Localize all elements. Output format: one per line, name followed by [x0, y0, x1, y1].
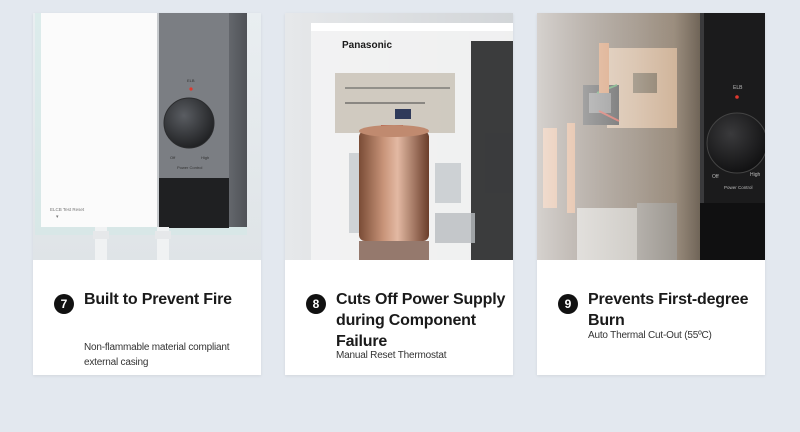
- card-description: Manual Reset Thermostat: [336, 350, 447, 361]
- step-number-badge: 8: [306, 294, 326, 314]
- off-label: Off: [170, 155, 176, 160]
- power-control-label: Power Control: [177, 165, 202, 170]
- brand-logo: Panasonic: [342, 40, 392, 51]
- card-title: Built to Prevent Fire: [84, 291, 232, 308]
- water-heater-front-image: ELB Off High Power Control ELCB Test Res…: [33, 13, 261, 260]
- high-label: High: [750, 172, 761, 178]
- card-body: 7 Built to Prevent Fire Non-flammable ma…: [33, 260, 261, 375]
- feature-card-burn: ELB Off High Power Control 9 Prevents Fi…: [537, 13, 765, 375]
- high-label: High: [201, 155, 209, 160]
- off-label: Off: [712, 174, 719, 180]
- led-label: ELB: [733, 85, 743, 91]
- led-label: ELB: [187, 78, 195, 83]
- power-control-label: Power Control: [724, 185, 753, 190]
- water-heater-cutaway-image: ELB Off High Power Control: [537, 13, 765, 260]
- card-description: Non-flammable material compliant externa…: [84, 342, 230, 368]
- card-title: Prevents First-degree Burn: [588, 291, 749, 329]
- card-body: 9 Prevents First-degree Burn Auto Therma…: [537, 260, 765, 375]
- step-number-badge: 7: [54, 294, 74, 314]
- card-body: 8 Cuts Off Power Supply during Component…: [285, 260, 513, 375]
- elcb-label: ELCB Test Reset: [50, 207, 85, 212]
- feature-card-fire: ELB Off High Power Control ELCB Test Res…: [33, 13, 261, 375]
- card-description: Auto Thermal Cut-Out (55ºC): [588, 330, 712, 341]
- feature-card-power-cutoff: Panasonic 8 Cuts Off Power Supply during…: [285, 13, 513, 375]
- card-title: Cuts Off Power Supply during Component F…: [336, 291, 506, 350]
- water-heater-internal-image: Panasonic: [285, 13, 513, 260]
- step-number-badge: 9: [558, 294, 578, 314]
